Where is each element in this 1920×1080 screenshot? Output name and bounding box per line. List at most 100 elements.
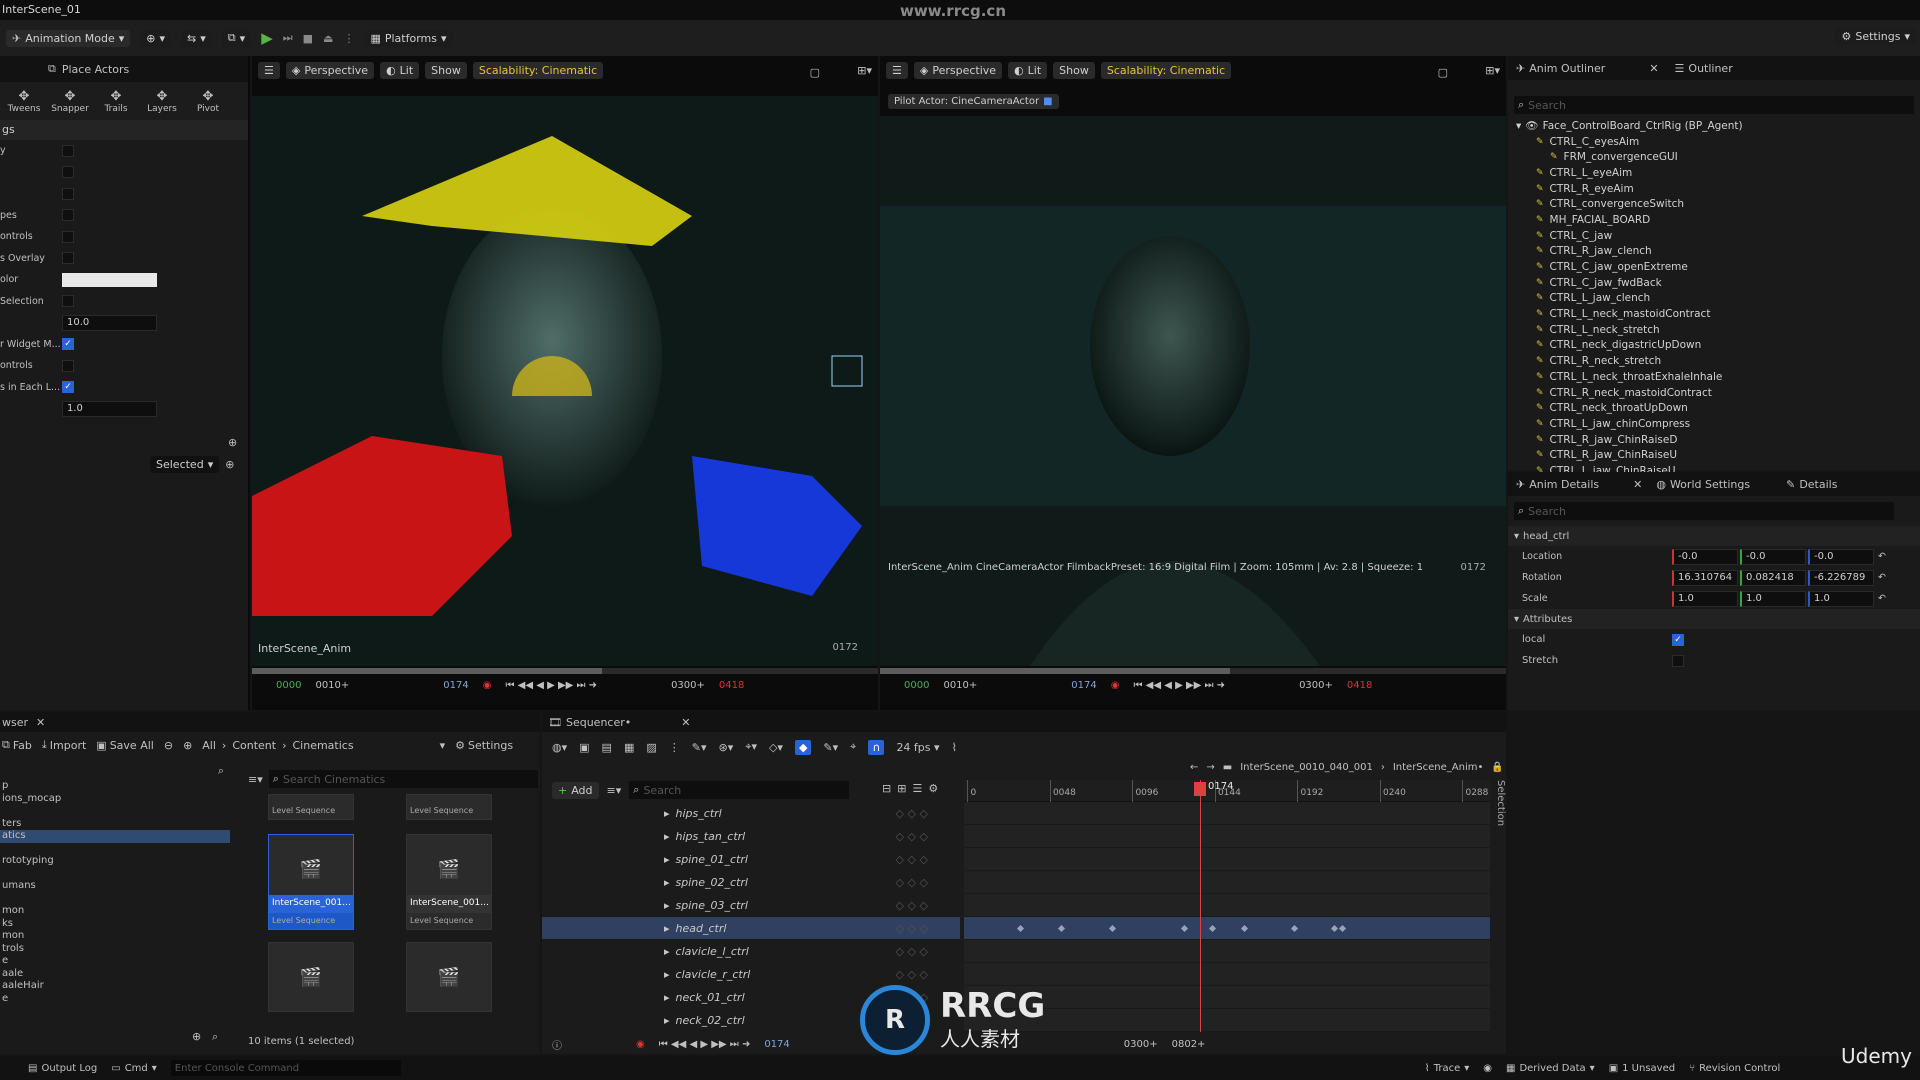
filter-icon[interactable]: ≡▾ <box>248 773 263 786</box>
trace-button[interactable]: ⌇ Trace ▾ <box>1425 1063 1469 1074</box>
property-checkbox[interactable] <box>62 295 74 308</box>
expand-arrow-icon[interactable]: ▸ <box>664 899 670 912</box>
outliner-item[interactable]: ✎ CTRL_R_jaw_ChinRaiseU <box>1516 447 1920 463</box>
track-row[interactable]: ▸ spine_02_ctrl ◇ ◇ ◇ <box>542 871 960 894</box>
attribute-checkbox[interactable]: ✓ <box>1672 633 1684 646</box>
outliner-item[interactable]: ✎ CTRL_neck_digastricUpDown <box>1516 338 1920 354</box>
import-button[interactable]: ⤓ Import <box>42 738 86 752</box>
asset-tile[interactable]: 🎬 <box>268 942 354 1012</box>
outliner-item[interactable]: ✎ CTRL_L_neck_stretch <box>1516 322 1920 338</box>
folder-item[interactable]: trols <box>0 943 230 956</box>
list-icon[interactable]: ☰ <box>912 782 922 795</box>
property-checkbox[interactable] <box>62 252 74 265</box>
gear-icon[interactable]: ⚙ <box>928 782 938 795</box>
world-settings-tab[interactable]: ◍ World Settings <box>1656 478 1750 491</box>
step-icon[interactable]: ⏭ <box>283 31 293 45</box>
revision-control-button[interactable]: ⑂ Revision Control <box>1689 1063 1780 1074</box>
track-lane[interactable] <box>964 802 1490 825</box>
marker-icon[interactable]: ⌖ <box>850 740 856 754</box>
anim-outliner-tab[interactable]: ✈ Anim Outliner ✕ <box>1516 62 1659 75</box>
asset-tile[interactable]: 🎬 InterScene_001... Level Sequence <box>268 834 354 930</box>
collapse-icon[interactable]: ⊟ <box>882 782 891 795</box>
keyframe[interactable] <box>1290 924 1299 933</box>
search-icon[interactable]: ⌕ <box>0 762 230 780</box>
transform-value-field[interactable]: -0.0 <box>1808 548 1874 565</box>
key-nav-icon[interactable]: ◇ ◇ ◇ <box>896 807 928 820</box>
property-checkbox[interactable] <box>62 166 74 179</box>
key-icon[interactable]: ✎▾ <box>692 741 707 754</box>
transform-value-field[interactable]: -0.0 <box>1672 548 1738 565</box>
transport-controls[interactable]: ⏮ ◀◀ ◀ ▶ ▶▶ ⏭ ➜ <box>1133 680 1225 691</box>
forward-icon[interactable]: → <box>1206 762 1214 773</box>
outliner-item[interactable]: ✎ CTRL_convergenceSwitch <box>1516 196 1920 212</box>
track-row[interactable]: ▸ head_ctrl ◇ ◇ ◇ <box>542 917 960 940</box>
back-icon[interactable]: ← <box>1190 762 1198 773</box>
track-row[interactable]: ▸ spine_03_ctrl ◇ ◇ ◇ <box>542 894 960 917</box>
outliner-item[interactable]: ✎ CTRL_R_neck_mastoidContract <box>1516 385 1920 401</box>
key-nav-icon[interactable]: ◇ ◇ ◇ <box>896 968 928 981</box>
property-checkbox[interactable] <box>62 359 74 372</box>
add-circle-icon[interactable]: ⊕ <box>225 458 234 471</box>
add-icon[interactable]: ⊕ <box>228 436 237 449</box>
maximize-icon[interactable]: ▢ <box>1438 66 1448 79</box>
asset-tile[interactable]: Level Sequence <box>406 794 492 820</box>
add-actor-button[interactable]: ⊕ ▾ <box>140 29 172 47</box>
folder-item[interactable]: aale <box>0 968 230 981</box>
blueprint-button[interactable]: ⧉ ▾ <box>221 29 252 47</box>
folder-item[interactable]: p <box>0 780 230 793</box>
outliner-item[interactable]: ✎ CTRL_R_jaw_ChinRaiseD <box>1516 432 1920 448</box>
outliner-root[interactable]: ▾ 👁 Face_ControlBoard_CtrlRig (BP_Agent) <box>1516 118 1920 134</box>
reset-icon[interactable]: ↶ <box>1878 551 1886 562</box>
more-icon[interactable]: ⋮ <box>669 741 680 754</box>
transform-value-field[interactable]: -0.0 <box>1740 548 1806 565</box>
tool-trails[interactable]: ✥ Trails <box>96 89 136 114</box>
outliner-item[interactable]: ✎ CTRL_L_jaw_clench <box>1516 291 1920 307</box>
track-row[interactable]: ▸ clavicle_l_ctrl ◇ ◇ ◇ <box>542 940 960 963</box>
transform-value-field[interactable]: 1.0 <box>1672 590 1738 607</box>
transform-value-field[interactable]: 16.310764 <box>1672 569 1738 586</box>
track-row[interactable]: ▸ hips_tan_ctrl ◇ ◇ ◇ <box>542 825 960 848</box>
layout-icon[interactable]: ⊞▾ <box>1485 64 1500 77</box>
keyframe[interactable] <box>1108 924 1117 933</box>
transform-value-field[interactable]: 0.082418 <box>1740 569 1806 586</box>
property-field[interactable]: 1.0 <box>62 400 157 417</box>
property-checkbox[interactable]: ✓ <box>62 338 74 351</box>
folder-item[interactable] <box>0 805 230 818</box>
outliner-item[interactable]: ✎ CTRL_C_jaw_openExtreme <box>1516 259 1920 275</box>
outliner-item[interactable]: ✎ FRM_convergenceGUI <box>1516 149 1920 165</box>
mode-dropdown[interactable]: ✈ Animation Mode ▾ <box>6 29 131 47</box>
outliner-item[interactable]: ✎ MH_FACIAL_BOARD <box>1516 212 1920 228</box>
key-nav-icon[interactable]: ◇ ◇ ◇ <box>896 853 928 866</box>
outliner-tab[interactable]: ☰ Outliner <box>1675 62 1733 75</box>
sequencer-tab[interactable]: 🎞 Sequencer• <box>548 716 631 729</box>
expand-arrow-icon[interactable]: ▸ <box>664 807 670 820</box>
fps-dropdown[interactable]: 24 fps ▾ <box>896 741 939 754</box>
viewport-scrub-bar[interactable] <box>252 668 878 674</box>
clapper-icon[interactable]: ▨ <box>646 741 656 754</box>
outliner-item[interactable]: ✎ CTRL_R_eyeAim <box>1516 181 1920 197</box>
folder-item[interactable]: mon <box>0 930 230 943</box>
record-icon[interactable]: ◉ <box>636 1039 645 1050</box>
transform-value-field[interactable]: 1.0 <box>1740 590 1806 607</box>
auto-key-icon[interactable]: ◆ <box>794 739 812 755</box>
forward-icon[interactable]: ⊕ <box>183 739 192 752</box>
outliner-item[interactable]: ✎ CTRL_L_neck_throatExhaleInhale <box>1516 369 1920 385</box>
color-swatch[interactable] <box>62 272 157 287</box>
viewport-right[interactable]: ☰ ◈ Perspective ◐ Lit Show Scalability: Ci… <box>880 56 1506 710</box>
key-nav-icon[interactable]: ◇ ◇ ◇ <box>896 945 928 958</box>
expand-arrow-icon[interactable]: ▸ <box>664 853 670 866</box>
expand-arrow-icon[interactable]: ▸ <box>664 945 670 958</box>
viewport-menu-button[interactable]: ☰ <box>258 62 280 79</box>
property-checkbox[interactable]: ✓ <box>62 381 74 394</box>
maximize-icon[interactable]: ▢ <box>810 66 820 79</box>
playback-icon[interactable]: ⊛▾ <box>719 741 734 754</box>
browse-icon[interactable]: ▤ <box>602 741 612 754</box>
scalability-button[interactable]: Scalability: Cinematic <box>1100 62 1232 79</box>
property-checkbox[interactable] <box>62 144 74 157</box>
details-tab[interactable]: ✎ Details <box>1786 478 1837 491</box>
add-icon[interactable]: ⊕ <box>192 1030 201 1043</box>
playhead-handle[interactable] <box>1194 782 1206 796</box>
perspective-button[interactable]: ◈ Perspective <box>913 62 1003 79</box>
track-search[interactable]: ⌕ Search <box>629 781 850 799</box>
transform-button[interactable]: ⇆ ▾ <box>181 29 212 47</box>
